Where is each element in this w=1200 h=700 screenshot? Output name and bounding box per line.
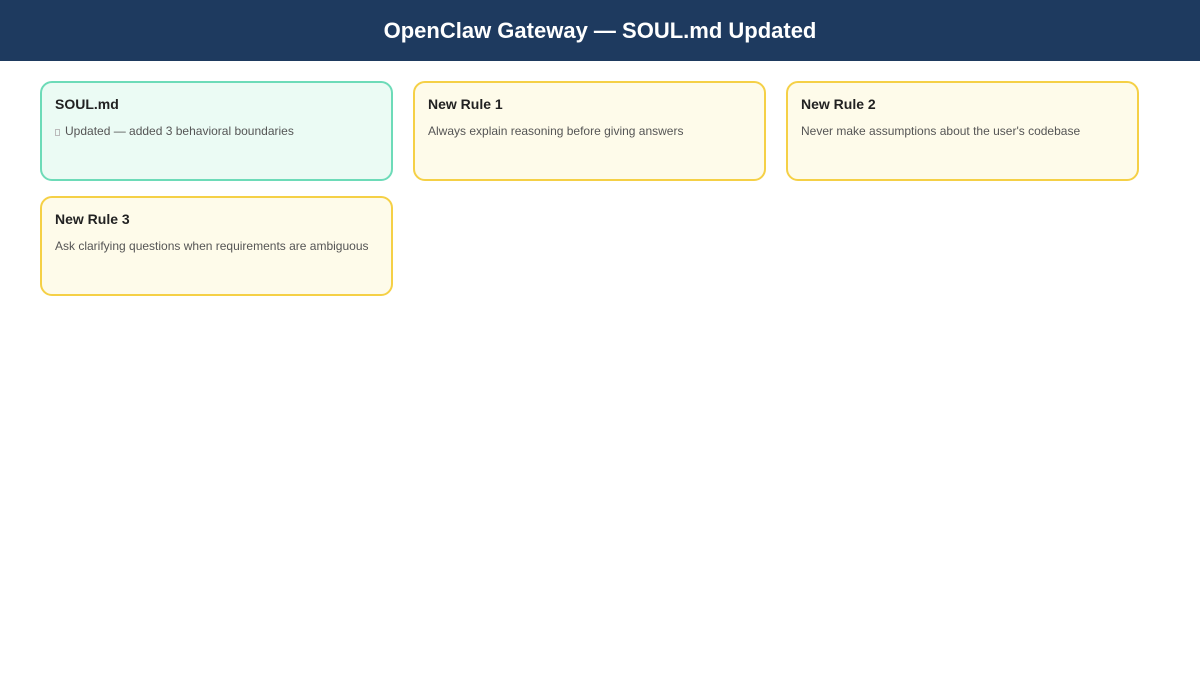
- page-header: OpenClaw Gateway — SOUL.md Updated: [0, 0, 1200, 61]
- card-text: Ask clarifying questions when requiremen…: [55, 239, 369, 253]
- card-text: Never make assumptions about the user's …: [801, 124, 1081, 138]
- card-title: New Rule 3: [55, 211, 130, 227]
- card-title: New Rule 1: [428, 96, 503, 112]
- soul-status-card: SOUL.md Updated — added 3 behavioral bou…: [40, 81, 393, 181]
- page-title: OpenClaw Gateway — SOUL.md Updated: [383, 17, 817, 43]
- card-title: New Rule 2: [801, 96, 876, 112]
- card-text: Always explain reasoning before giving a…: [428, 124, 684, 138]
- rule-card-3: New Rule 3 Ask clarifying questions when…: [40, 196, 393, 296]
- card-grid: SOUL.md Updated — added 3 behavioral bou…: [0, 61, 1200, 316]
- rule-card-1: New Rule 1 Always explain reasoning befo…: [413, 81, 766, 181]
- status-glyph-icon: [55, 129, 60, 136]
- card-text-label: Updated — added 3 behavioral boundaries: [65, 124, 294, 138]
- card-text: Updated — added 3 behavioral boundaries: [55, 122, 378, 140]
- rule-card-2: New Rule 2 Never make assumptions about …: [786, 81, 1139, 181]
- card-title: SOUL.md: [55, 96, 119, 112]
